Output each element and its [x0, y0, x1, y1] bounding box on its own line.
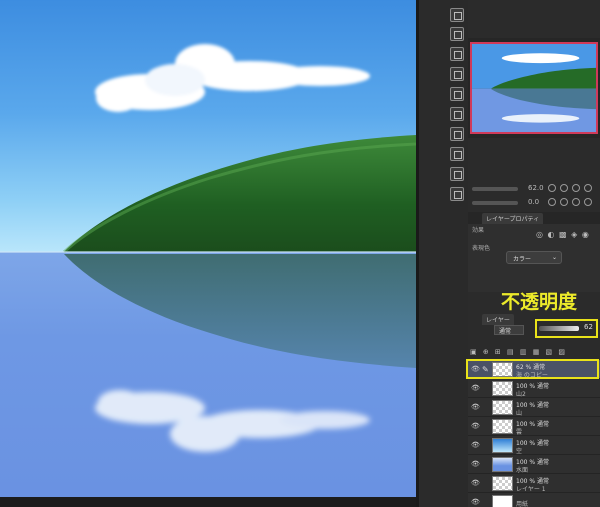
flip-icon[interactable]	[584, 184, 592, 192]
cloud-reflection	[95, 390, 370, 452]
layer-row[interactable]: 👁 100 % 通常 山2	[468, 379, 600, 398]
delete-icon[interactable]	[450, 47, 464, 61]
forest-hill	[64, 135, 416, 252]
rotate-value: 0.0	[528, 198, 540, 206]
chevron-down-icon: ⌄	[551, 254, 557, 261]
transform-icon[interactable]	[450, 127, 464, 141]
zoom-in-icon[interactable]	[560, 184, 568, 192]
settings-icon[interactable]	[450, 167, 464, 181]
layer-row[interactable]: 👁 100 % 通常空	[468, 436, 600, 455]
eye-icon[interactable]: 👁	[471, 422, 480, 430]
opacity-annotation: 不透明度	[501, 291, 578, 313]
copy-icon[interactable]	[450, 87, 464, 101]
property-tabbar: レイヤープロパティ	[468, 212, 600, 224]
layer-name: 雲	[516, 429, 523, 436]
rotate-slider[interactable]	[472, 201, 518, 205]
layer-list: 👁 ✎ 62 % 通常海 のコピー 👁 100 % 通常 山2 👁 100 % 通常山 👁 100…	[468, 360, 600, 507]
eye-icon[interactable]: 👁	[471, 403, 480, 411]
blend-mode-select[interactable]: 通常	[494, 325, 524, 335]
layer-thumbnail	[492, 400, 513, 415]
cloud	[95, 44, 370, 112]
layer-row[interactable]: 👁 100 % 通常 水面	[468, 455, 600, 474]
layer-thumbnail	[492, 419, 513, 434]
layer-icon[interactable]	[450, 147, 464, 161]
canvas-divider	[416, 0, 419, 507]
canvas-status-strip	[0, 497, 416, 507]
expression-color-value: カラー	[513, 256, 532, 263]
layer-row[interactable]: 👁 用紙	[468, 493, 600, 507]
fit-icon[interactable]	[572, 184, 580, 192]
eye-icon[interactable]: 👁	[471, 479, 480, 487]
layer-thumbnail	[492, 381, 513, 396]
navigator-panel	[468, 38, 600, 138]
tab-layer[interactable]: レイヤー	[482, 314, 514, 325]
layer-name: 水面	[516, 467, 529, 474]
eye-icon[interactable]: 👁	[471, 441, 480, 449]
layer-row[interactable]: 👁 100 % 通常雲	[468, 417, 600, 436]
navigator-controls: 62.0 0.0	[468, 180, 600, 212]
import-icon[interactable]	[450, 67, 464, 81]
export-icon[interactable]	[450, 187, 464, 201]
command-bar	[440, 0, 468, 507]
layer-property-panel: レイヤープロパティ 効果 ◎ ◐ ▩ ◈ ◉ 表現色 カラー ⌄	[468, 212, 600, 292]
layer-row[interactable]: 👁 100 % 通常 レイヤー 1	[468, 474, 600, 493]
drawing-canvas[interactable]	[0, 0, 416, 497]
landscape-illustration	[0, 44, 416, 452]
new-icon[interactable]	[450, 8, 464, 22]
effect-label: 効果	[472, 227, 485, 234]
layer-thumbnail	[492, 495, 513, 507]
paste-icon[interactable]	[450, 107, 464, 121]
layer-thumbnail	[492, 438, 513, 453]
navigator-preview[interactable]	[470, 42, 598, 134]
layer-row[interactable]: 👁 100 % 通常山	[468, 398, 600, 417]
expression-color-label: 表現色	[472, 245, 491, 252]
eye-icon[interactable]: 👁	[471, 384, 480, 392]
effect-icons[interactable]: ◎ ◐ ▩ ◈ ◉	[536, 230, 590, 239]
layer-name: 空	[516, 448, 523, 455]
blend-mode-value: 通常	[499, 328, 512, 335]
opacity-highlight-box	[535, 319, 598, 338]
layer-thumbnail	[492, 476, 513, 491]
eye-icon[interactable]: 👁	[471, 498, 480, 506]
flip-horizontal-icon[interactable]	[584, 198, 592, 206]
rotate-left-icon[interactable]	[548, 198, 556, 206]
forest-reflection	[64, 254, 416, 368]
tab-layer-property[interactable]: レイヤープロパティ	[482, 213, 544, 224]
layer-name: 用紙	[516, 501, 529, 507]
layer-name: 山	[516, 410, 523, 417]
expression-color-select[interactable]: カラー ⌄	[506, 251, 562, 264]
zoom-out-icon[interactable]	[548, 184, 556, 192]
eye-icon[interactable]: 👁	[471, 460, 480, 468]
zoom-value: 62.0	[528, 184, 544, 192]
zoom-slider[interactable]	[472, 187, 518, 191]
rotate-right-icon[interactable]	[560, 198, 568, 206]
layer-name: レイヤー 1	[516, 486, 546, 493]
layer-thumbnail	[492, 457, 513, 472]
layer-tool-icons[interactable]: ▣ ⊕ ⊞ ▤ ▥ ▦ ▧ ▨	[470, 348, 598, 358]
reset-rotate-icon[interactable]	[572, 198, 580, 206]
selected-layer-highlight-box	[466, 359, 599, 379]
layer-name: 山2	[516, 391, 526, 398]
close-icon[interactable]	[450, 27, 464, 41]
